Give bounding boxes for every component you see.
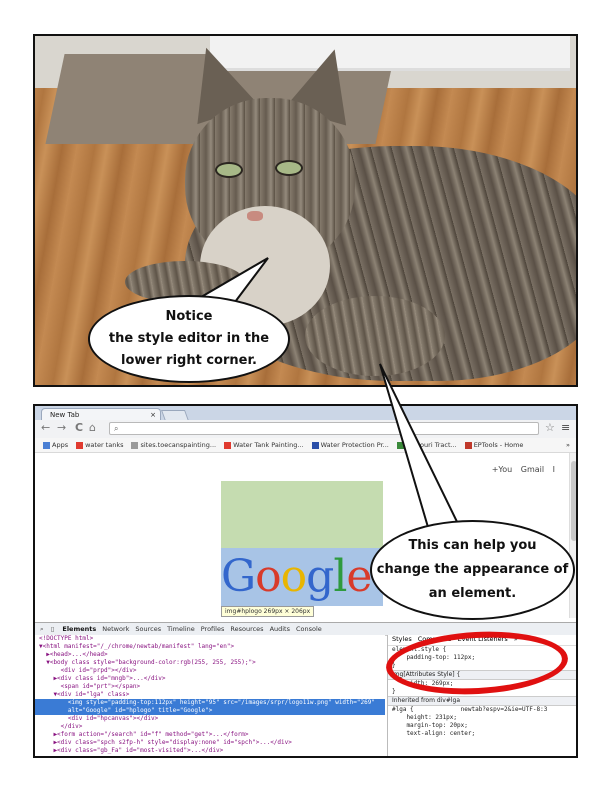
speech-bubble-top-text: Notice the style editor in the lower rig… (108, 309, 270, 368)
speech-bubble-bottom: This can help you change the appearance … (370, 520, 575, 620)
speech-bubble-top: Notice the style editor in the lower rig… (88, 295, 290, 383)
bubble-bottom-tail (379, 363, 464, 536)
speech-bubble-bottom-text: This can help you change the appearance … (376, 538, 569, 601)
